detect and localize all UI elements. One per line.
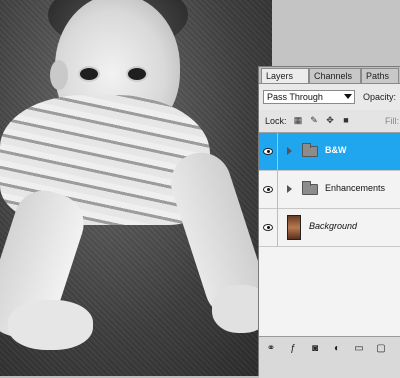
photo-hand-left bbox=[8, 300, 93, 350]
opacity-label: Opacity: bbox=[363, 92, 397, 102]
layers-panel: Layers Channels Paths Pass Through Opaci… bbox=[258, 66, 400, 378]
layer-name: Enhancements bbox=[325, 183, 386, 193]
fill-label: Fill: bbox=[385, 116, 399, 126]
layer-thumbnail bbox=[287, 215, 301, 240]
eye-icon bbox=[263, 148, 273, 155]
blend-mode-select[interactable]: Pass Through bbox=[263, 90, 355, 104]
expand-triangle-icon[interactable] bbox=[287, 185, 292, 193]
tab-channels[interactable]: Channels bbox=[309, 68, 361, 83]
visibility-toggle[interactable] bbox=[259, 209, 278, 247]
layers-bottom-toolbar: ⚭ ƒ ◙ ◐ ▭ ▢ bbox=[259, 336, 400, 378]
photo-eye-right bbox=[126, 66, 148, 82]
expand-triangle-icon[interactable] bbox=[287, 147, 292, 155]
layer-row-bw[interactable]: B&W bbox=[259, 133, 400, 171]
layer-row-enhancements[interactable]: Enhancements bbox=[259, 171, 400, 209]
layers-list: B&W Enhancements Background bbox=[259, 133, 400, 336]
new-layer-icon[interactable]: ▢ bbox=[375, 343, 387, 355]
layer-mask-icon[interactable]: ◙ bbox=[309, 343, 321, 355]
folder-icon bbox=[302, 143, 318, 157]
lock-transparent-icon[interactable]: ▦ bbox=[293, 115, 303, 125]
lock-row: Lock: ▦ ✎ ✥ ■ Fill: bbox=[259, 110, 400, 133]
lock-all-icon[interactable]: ■ bbox=[341, 115, 351, 125]
lock-label: Lock: bbox=[265, 116, 287, 126]
link-layers-icon[interactable]: ⚭ bbox=[265, 343, 277, 355]
eye-icon bbox=[263, 186, 273, 193]
visibility-toggle[interactable] bbox=[259, 133, 278, 171]
photo-eye-left bbox=[78, 66, 100, 82]
eye-icon bbox=[263, 224, 273, 231]
new-group-icon[interactable]: ▭ bbox=[353, 343, 365, 355]
lock-move-icon[interactable]: ✥ bbox=[325, 115, 335, 125]
adjustment-layer-icon[interactable]: ◐ bbox=[331, 343, 343, 355]
tab-paths[interactable]: Paths bbox=[361, 68, 399, 83]
panel-tabs: Layers Channels Paths bbox=[259, 67, 400, 84]
layer-style-icon[interactable]: ƒ bbox=[287, 343, 299, 355]
tab-layers[interactable]: Layers bbox=[261, 68, 309, 83]
lock-brush-icon[interactable]: ✎ bbox=[309, 115, 319, 125]
photo-ear-left bbox=[50, 60, 68, 90]
chevron-down-icon bbox=[344, 94, 352, 99]
document-canvas[interactable] bbox=[0, 0, 272, 376]
visibility-toggle[interactable] bbox=[259, 171, 278, 209]
layer-name: Background bbox=[309, 221, 358, 231]
blend-mode-value: Pass Through bbox=[267, 92, 323, 102]
workspace-background bbox=[272, 0, 400, 66]
blend-opacity-row: Pass Through Opacity: bbox=[259, 84, 400, 110]
layer-name: B&W bbox=[325, 145, 347, 155]
layer-row-background[interactable]: Background bbox=[259, 209, 400, 247]
folder-icon bbox=[302, 181, 318, 195]
